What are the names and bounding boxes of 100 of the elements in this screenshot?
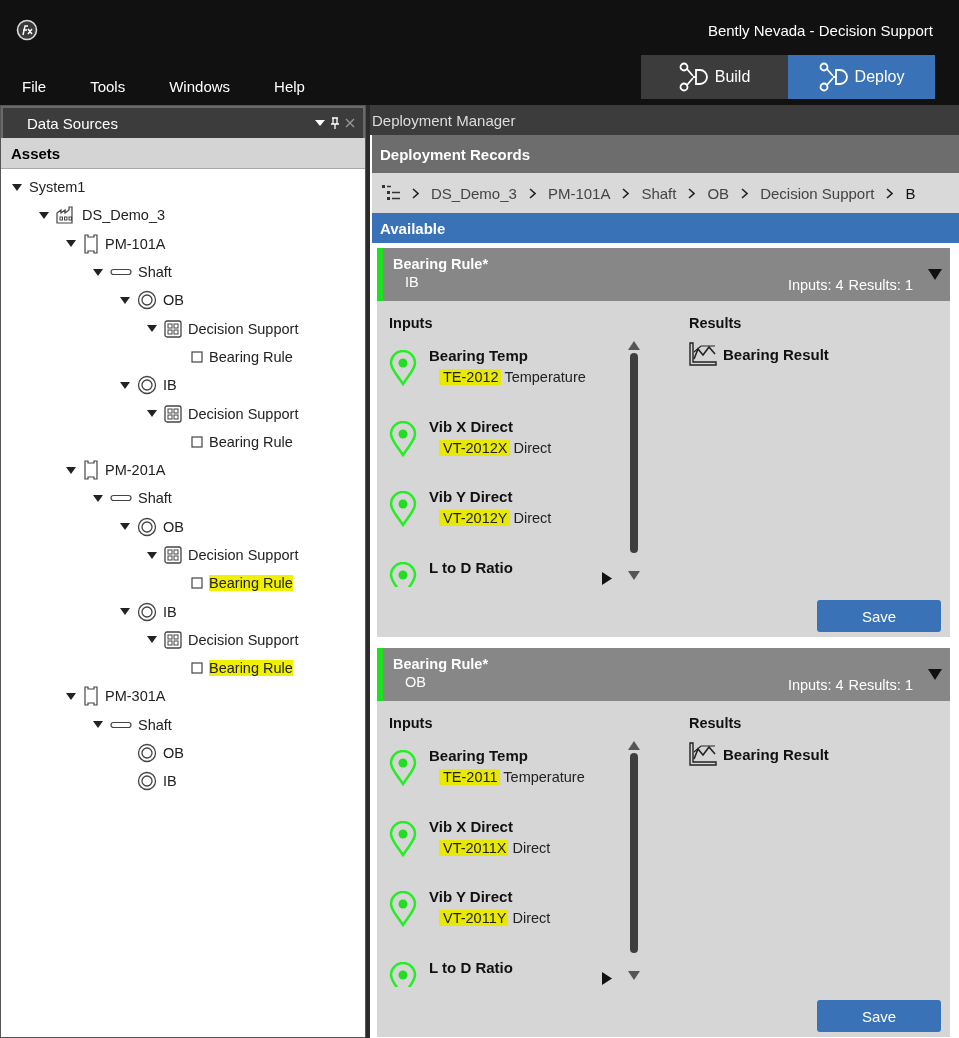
scroll-up-icon[interactable] <box>628 341 640 350</box>
expand-arrow-icon[interactable] <box>93 721 103 729</box>
location-pin-icon <box>389 820 417 857</box>
tree-item[interactable]: Decision Support <box>188 631 299 648</box>
factory-icon <box>56 206 76 225</box>
tree-item[interactable]: PM-101A <box>105 235 166 252</box>
expand-arrow-icon[interactable] <box>120 296 130 304</box>
bearing-icon <box>137 290 157 311</box>
expand-arrow-icon[interactable] <box>147 636 157 644</box>
tree-item[interactable]: IB <box>163 773 177 790</box>
mode-tab[interactable]: Deploy <box>788 55 935 99</box>
tree-item[interactable]: Bearing Rule <box>209 660 293 677</box>
section-header: Assets <box>1 138 365 169</box>
collapse-caret-icon[interactable] <box>928 269 942 280</box>
flow-icon <box>818 62 849 92</box>
expand-arrow-icon[interactable] <box>12 183 22 191</box>
breadcrumb-item[interactable]: DS_Demo_3 <box>431 184 517 202</box>
tree-item[interactable]: Decision Support <box>188 547 299 563</box>
card-subtitle: OB <box>404 674 427 690</box>
play-arrow-icon[interactable] <box>602 572 612 585</box>
save-button[interactable]: Save <box>817 1000 941 1032</box>
tree-item[interactable]: System1 <box>29 179 86 196</box>
tree-item[interactable]: Shaft <box>138 264 172 281</box>
tree-list-icon[interactable] <box>382 185 400 201</box>
expand-arrow-icon[interactable] <box>147 410 157 417</box>
results-count: Results: 1 <box>848 677 913 693</box>
chevron-right-icon <box>622 187 630 199</box>
input-type: Temperature <box>504 369 586 385</box>
breadcrumb-item[interactable]: B <box>905 184 916 202</box>
menu-item[interactable]: File <box>10 78 59 95</box>
expand-arrow-icon[interactable] <box>93 494 103 502</box>
panel-title: Deployment Manager <box>370 105 959 135</box>
breadcrumb-item[interactable]: Shaft <box>641 184 677 202</box>
menu-item[interactable]: Windows <box>157 78 243 95</box>
expand-arrow-icon[interactable] <box>66 240 76 248</box>
breadcrumb-item[interactable]: PM-101A <box>547 184 611 202</box>
tree-item[interactable]: IB <box>163 603 177 620</box>
input-name: Vib X Direct <box>429 417 514 435</box>
tree-item[interactable]: IB <box>163 377 177 394</box>
card-title: Bearing Rule* <box>393 256 489 272</box>
flow-icon <box>678 62 709 92</box>
input-type: Direct <box>512 839 551 856</box>
expand-arrow-icon[interactable] <box>39 211 49 219</box>
inputs-count: Inputs: 4 <box>787 677 844 693</box>
tree-item[interactable]: Shaft <box>138 490 172 507</box>
scrollbar-thumb[interactable] <box>630 353 638 553</box>
scroll-down-icon[interactable] <box>628 571 640 580</box>
input-type: Direct <box>513 439 552 456</box>
close-icon[interactable] <box>345 118 355 128</box>
expand-arrow-icon[interactable] <box>66 466 76 474</box>
bearing-icon <box>137 771 157 792</box>
dropdown-caret-icon[interactable] <box>315 120 325 126</box>
scroll-down-icon[interactable] <box>628 971 640 980</box>
pin-icon[interactable] <box>331 117 339 129</box>
square-icon <box>191 435 203 448</box>
input-name: L to D Ratio <box>429 558 513 576</box>
save-button[interactable]: Save <box>817 600 941 632</box>
menu-item[interactable]: Help <box>262 78 317 95</box>
expand-arrow-icon[interactable] <box>120 608 130 616</box>
tree-item[interactable]: Bearing Rule <box>209 575 293 592</box>
shaft-icon <box>110 494 132 503</box>
tree-item[interactable]: PM-201A <box>105 462 166 479</box>
scroll-up-icon[interactable] <box>628 741 640 750</box>
expand-arrow-icon[interactable] <box>93 268 103 276</box>
tree-item[interactable]: DS_Demo_3 <box>82 207 165 224</box>
tree-item[interactable]: OB <box>163 518 184 535</box>
chevron-right-icon <box>688 187 696 199</box>
line-chart-icon <box>689 742 717 766</box>
breadcrumb-item[interactable]: Decision Support <box>760 184 875 202</box>
line-chart-icon <box>689 342 717 366</box>
chevron-right-icon <box>528 187 536 199</box>
expand-arrow-icon[interactable] <box>66 693 76 700</box>
shaft-icon <box>110 720 132 729</box>
mode-tab[interactable]: Build <box>641 55 788 99</box>
input-type: Temperature <box>503 769 585 785</box>
results-count: Results: 1 <box>848 277 913 293</box>
tree-item[interactable]: PM-301A <box>105 688 166 705</box>
location-pin-icon <box>389 561 417 587</box>
menu-item[interactable]: Tools <box>78 78 138 95</box>
tree-item[interactable]: OB <box>163 745 184 762</box>
tree-item[interactable]: Shaft <box>138 716 172 733</box>
tree-item[interactable]: Decision Support <box>188 320 299 337</box>
tree-item[interactable]: Bearing Rule <box>209 433 293 450</box>
scrollbar-thumb[interactable] <box>630 753 638 953</box>
expand-arrow-icon[interactable] <box>120 523 130 531</box>
tree-item[interactable]: Decision Support <box>188 405 299 422</box>
tree-item[interactable]: OB <box>163 292 184 309</box>
play-arrow-icon[interactable] <box>602 972 612 985</box>
machine-icon <box>83 686 99 707</box>
results-heading: Results <box>689 315 743 331</box>
result-name: Bearing Result <box>723 345 829 363</box>
inputs-count: Inputs: 4 <box>787 277 844 293</box>
tree-item[interactable]: Bearing Rule <box>209 348 293 365</box>
expand-arrow-icon[interactable] <box>147 551 157 559</box>
expand-arrow-icon[interactable] <box>147 325 157 333</box>
breadcrumb-item[interactable]: OB <box>707 184 730 202</box>
card-subtitle: IB <box>404 274 420 290</box>
collapse-caret-icon[interactable] <box>928 669 942 680</box>
bearing-icon <box>137 375 157 396</box>
expand-arrow-icon[interactable] <box>120 381 130 389</box>
